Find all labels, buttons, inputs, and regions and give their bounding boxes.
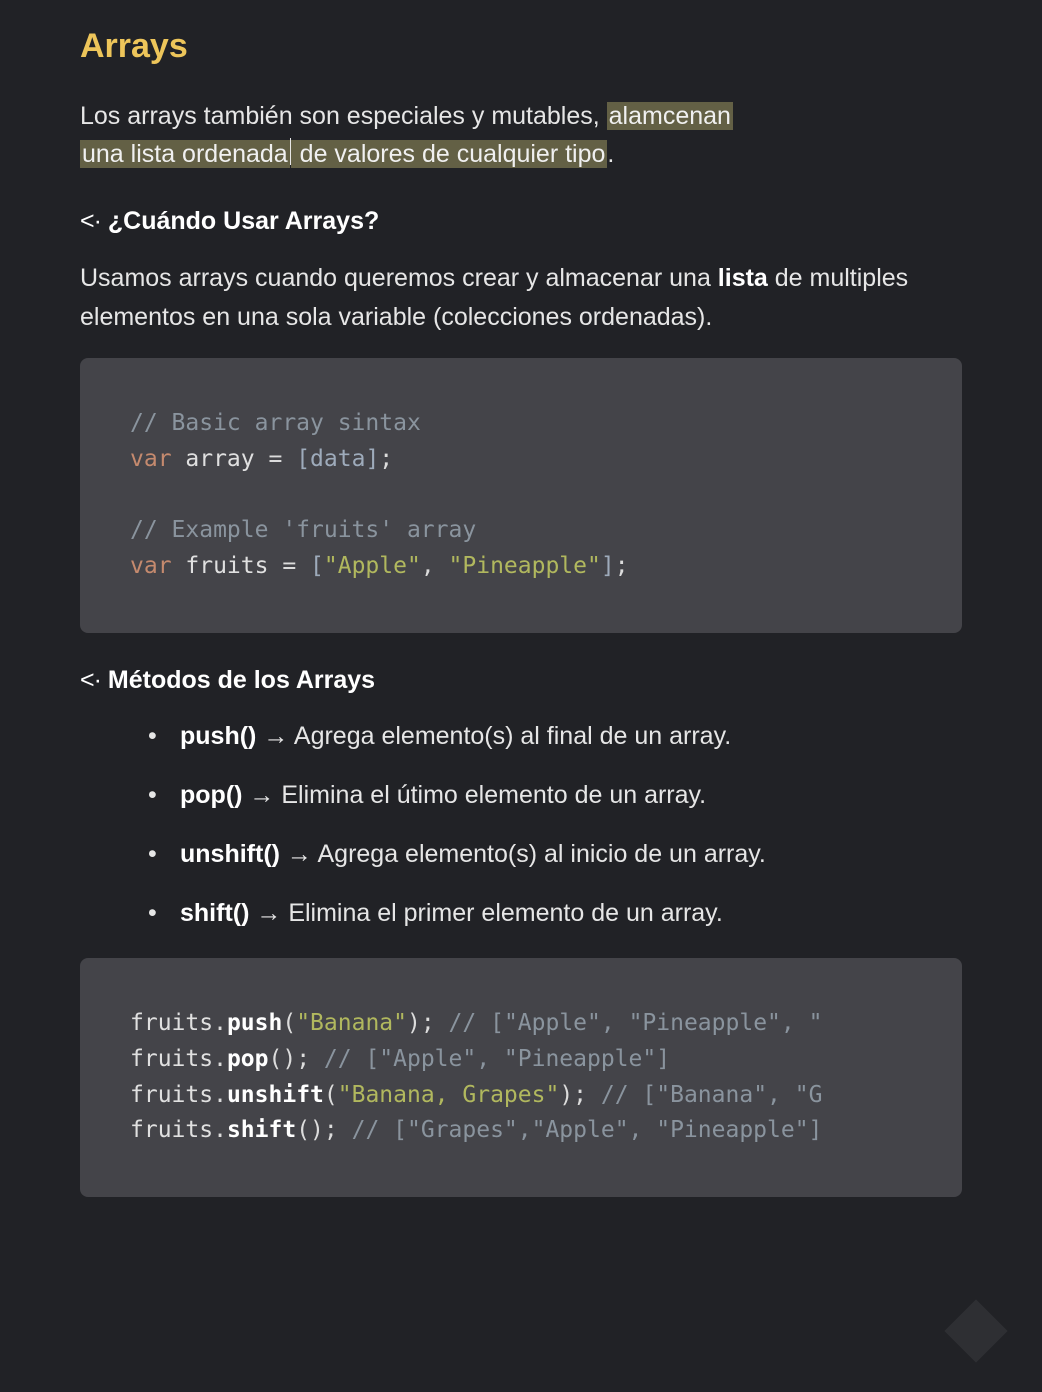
watermark-logo-icon (940, 1295, 1012, 1367)
code-block-methods: fruits.push("Banana"); // ["Apple", "Pin… (80, 958, 962, 1197)
code-string: "Apple" (324, 553, 421, 579)
code-call: (); (269, 1046, 311, 1072)
code-bracket: ] (365, 446, 379, 472)
code-dot: . (213, 1046, 227, 1072)
when-use-paragraph: Usamos arrays cuando queremos crear y al… (80, 259, 962, 337)
method-desc: Elimina el primer elemento de un array. (288, 899, 722, 927)
intro-text-after: . (607, 140, 614, 168)
code-paren: ) (407, 1010, 421, 1036)
code-identifier: fruits (130, 1117, 213, 1143)
code-comment: // ["Apple", "Pineapple", " (435, 1010, 823, 1036)
code-comment: // Basic array sintax (130, 410, 421, 436)
code-identifier: fruits (130, 1082, 213, 1108)
method-desc: Agrega elemento(s) al final de un array. (294, 722, 731, 750)
code-comment: // ["Apple", "Pineapple"] (310, 1046, 670, 1072)
code-semicolon: ; (615, 553, 629, 579)
code-identifier: fruits (172, 553, 283, 579)
section-title-arrays: Arrays (80, 20, 962, 73)
code-identifier: fruits (130, 1010, 213, 1036)
code-dot: . (213, 1082, 227, 1108)
code-keyword: var (130, 553, 172, 579)
code-operator: = (268, 446, 296, 472)
para-text-a: Usamos arrays cuando queremos crear y al… (80, 264, 718, 292)
method-desc: Elimina el útimo elemento de un array. (281, 781, 706, 809)
arrow-icon: → (249, 899, 288, 927)
code-comment: // ["Banana", "G (587, 1082, 822, 1108)
methods-list: push() → Agrega elemento(s) al final de … (80, 717, 962, 932)
method-name: unshift() (180, 840, 280, 868)
highlight-2a: una lista ordenada (80, 140, 290, 168)
code-semicolon: ; (573, 1082, 587, 1108)
code-operator: = (282, 553, 310, 579)
subheading-text: Métodos de los Arrays (101, 666, 375, 694)
code-comma: , (421, 553, 449, 579)
code-dot: . (213, 1010, 227, 1036)
code-method: unshift (227, 1082, 324, 1108)
code-keyword: var (130, 446, 172, 472)
arrow-icon: → (280, 840, 318, 868)
code-paren: ) (559, 1082, 573, 1108)
code-bracket: ] (601, 553, 615, 579)
document-content: Arrays Los arrays también son especiales… (0, 20, 1042, 1197)
subheading-methods: <· Métodos de los Arrays (80, 661, 962, 700)
code-paren: ( (324, 1082, 338, 1108)
code-string: "Banana" (296, 1010, 407, 1036)
highlight-1: alamcenan (607, 102, 733, 130)
method-name: shift() (180, 899, 249, 927)
code-semicolon: ; (421, 1010, 435, 1036)
intro-paragraph: Los arrays también son especiales y muta… (80, 97, 962, 175)
code-identifier: array (172, 446, 269, 472)
code-string: "Banana, Grapes" (338, 1082, 560, 1108)
code-bracket: [ (296, 446, 310, 472)
code-meta: data (310, 446, 365, 472)
code-identifier: fruits (130, 1046, 213, 1072)
subheading-when-use: <· ¿Cuándo Usar Arrays? (80, 202, 962, 241)
code-method: shift (227, 1117, 296, 1143)
intro-text-before: Los arrays también son especiales y muta… (80, 102, 607, 130)
subheading-text: ¿Cuándo Usar Arrays? (101, 207, 379, 235)
code-dot: . (213, 1117, 227, 1143)
code-comment: // Example 'fruits' array (130, 517, 476, 543)
method-name: push() (180, 722, 256, 750)
subheading-prefix: <· (80, 207, 101, 235)
list-item: push() → Agrega elemento(s) al final de … (140, 717, 962, 756)
list-item: pop() → Elimina el útimo elemento de un … (140, 776, 962, 815)
code-call: (); (296, 1117, 338, 1143)
code-paren: ( (282, 1010, 296, 1036)
list-item: unshift() → Agrega elemento(s) al inicio… (140, 835, 962, 874)
list-item: shift() → Elimina el primer elemento de … (140, 894, 962, 933)
arrow-icon: → (242, 781, 281, 809)
para-bold-lista: lista (718, 264, 768, 292)
code-semicolon: ; (379, 446, 393, 472)
subheading-prefix: <· (80, 666, 101, 694)
code-comment: // ["Grapes","Apple", "Pineapple"] (338, 1117, 823, 1143)
code-method: push (227, 1010, 282, 1036)
highlight-2b: de valores de cualquier tipo (291, 140, 608, 168)
code-bracket: [ (310, 553, 324, 579)
method-desc: Agrega elemento(s) al inicio de un array… (317, 840, 765, 868)
arrow-icon: → (256, 722, 294, 750)
code-string: "Pineapple" (449, 553, 601, 579)
method-name: pop() (180, 781, 242, 809)
code-block-syntax: // Basic array sintax var array = [data]… (80, 358, 962, 632)
code-method: pop (227, 1046, 269, 1072)
